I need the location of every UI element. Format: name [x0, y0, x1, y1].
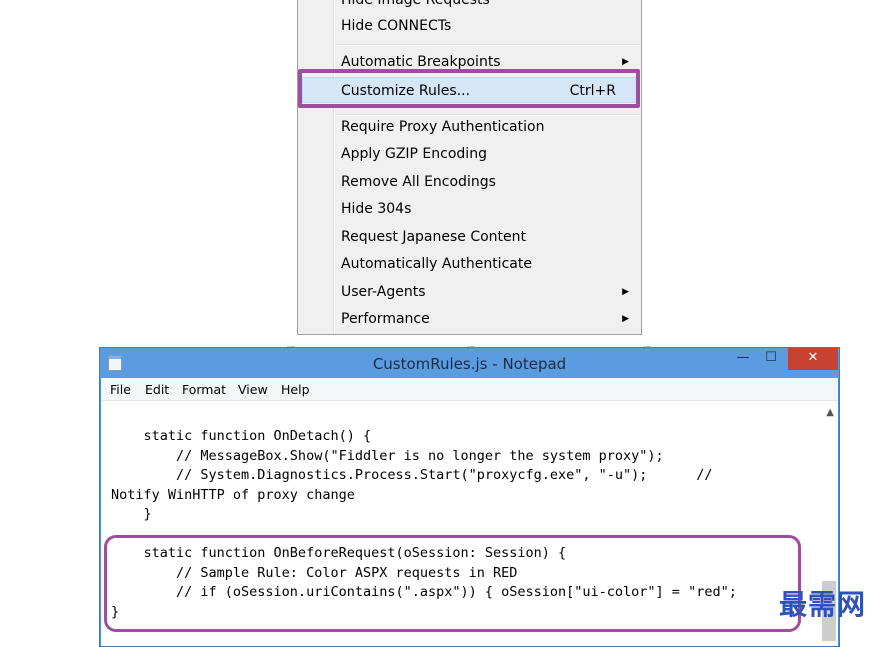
title-bar[interactable]: CustomRules.js - Notepad — ☐ ✕ — [100, 348, 839, 378]
rules-context-menu: Hide Image Requests Hide CONNECTs Automa… — [297, 0, 642, 335]
code-text-ondetach: static function OnDetach() { // MessageB… — [111, 428, 713, 522]
menu-item-label: Require Proxy Authentication — [341, 119, 545, 135]
menu-item-label: Performance — [341, 311, 430, 327]
menu-item-hide-image-requests[interactable]: Hide Image Requests — [298, 0, 641, 13]
menu-edit[interactable]: Edit — [145, 382, 169, 397]
menu-file[interactable]: File — [110, 382, 131, 397]
menu-item-remove-all-encodings[interactable]: Remove All Encodings — [298, 169, 641, 195]
menu-bar: File Edit Format View Help — [101, 378, 838, 401]
menu-item-hide-304s[interactable]: Hide 304s — [298, 196, 641, 222]
menu-item-label: Apply GZIP Encoding — [341, 146, 487, 162]
menu-item-label: Request Japanese Content — [341, 229, 527, 245]
menu-item-label: User-Agents — [341, 284, 426, 300]
menu-item-hide-connects[interactable]: Hide CONNECTs — [298, 13, 641, 39]
minimize-button[interactable]: — — [730, 348, 756, 370]
menu-item-label: Automatic Breakpoints — [341, 54, 501, 70]
submenu-arrow-icon: ▶ — [622, 314, 629, 324]
menu-item-performance[interactable]: Performance ▶ — [298, 306, 641, 332]
window-title: CustomRules.js - Notepad — [372, 355, 567, 373]
menu-item-label: Hide Image Requests — [341, 0, 490, 8]
menu-item-require-proxy-authentication[interactable]: Require Proxy Authentication — [298, 114, 641, 140]
chevron-up-icon[interactable]: ▲ — [826, 407, 834, 418]
menu-item-label: Hide CONNECTs — [341, 18, 452, 34]
watermark-text: 最需网 — [779, 588, 867, 621]
menu-help[interactable]: Help — [281, 382, 310, 397]
submenu-arrow-icon: ▶ — [622, 287, 629, 297]
maximize-button[interactable]: ☐ — [758, 348, 784, 370]
menu-item-label: Remove All Encodings — [341, 174, 496, 190]
close-button[interactable]: ✕ — [788, 348, 838, 370]
menu-format[interactable]: Format — [182, 382, 226, 397]
menu-item-request-japanese-content[interactable]: Request Japanese Content — [298, 224, 641, 250]
customize-rules-highlight-box — [298, 69, 640, 108]
menu-view[interactable]: View — [238, 382, 268, 397]
menu-item-label: Hide 304s — [341, 201, 412, 217]
menu-item-automatically-authenticate[interactable]: Automatically Authenticate — [298, 251, 641, 277]
menu-item-user-agents[interactable]: User-Agents ▶ — [298, 279, 641, 305]
onbeforerequest-highlight-box — [104, 535, 801, 632]
menu-item-label: Automatically Authenticate — [341, 256, 532, 272]
menu-separator — [335, 44, 639, 46]
menu-item-apply-gzip-encoding[interactable]: Apply GZIP Encoding — [298, 141, 641, 167]
